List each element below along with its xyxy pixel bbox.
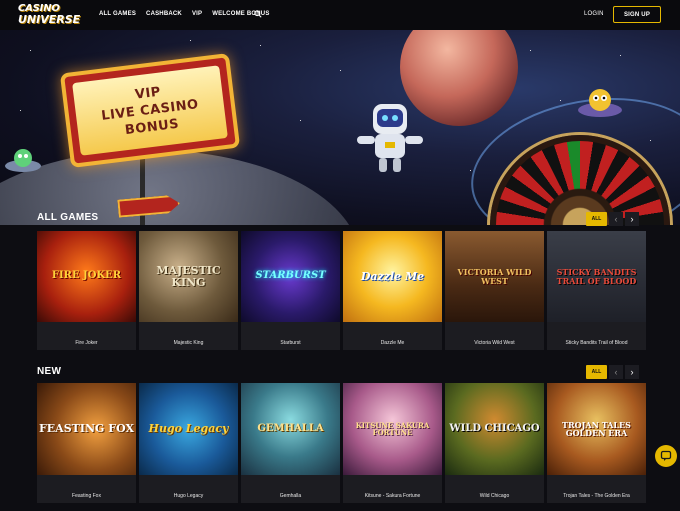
game-name: Hugo Legacy — [173, 493, 204, 499]
section-title-new: NEW — [37, 366, 62, 377]
game-art-title: STICKY BANDITS TRAIL OF BLOOD — [556, 267, 637, 286]
nav-vip[interactable]: VIP — [192, 11, 202, 17]
game-card[interactable]: VICTORIA WILD WEST Victoria Wild West — [445, 231, 544, 350]
game-art-title: MAJESTIC KING — [156, 263, 221, 289]
new-all-button[interactable]: ALL — [586, 365, 607, 379]
game-art-title: FEASTING FOX — [38, 422, 134, 436]
nav-cashback[interactable]: CASHBACK — [146, 11, 182, 17]
game-art-title: STARBURST — [255, 270, 326, 282]
chat-button[interactable] — [655, 445, 677, 467]
all-games-prev-arrow-icon[interactable]: ‹ — [609, 212, 623, 226]
game-name: Feasting Fox — [72, 493, 101, 499]
game-art-title: VICTORIA WILD WEST — [457, 267, 532, 286]
game-card[interactable]: MAJESTIC KING Majestic King — [139, 231, 238, 350]
game-name: Sticky Bandits Trail of Blood — [565, 340, 628, 346]
game-card[interactable]: GEMHALLA Gemhalla — [241, 383, 340, 503]
game-art-title: Hugo Legacy — [148, 422, 229, 436]
page: CASINO UNIVERSE ALL GAMES CASHBACK VIP W… — [0, 0, 680, 511]
game-card[interactable]: FEASTING FOX Feasting Fox — [37, 383, 136, 503]
game-card[interactable]: Hugo Legacy Hugo Legacy — [139, 383, 238, 503]
game-art-title: Dazzle Me — [360, 269, 425, 283]
game-name: Majestic King — [173, 340, 204, 346]
alien-ufo-icon — [5, 149, 41, 172]
nav-all-games[interactable]: ALL GAMES — [99, 11, 136, 17]
logo-line-2: UNIVERSE — [18, 13, 81, 26]
game-name: Trojan Tales - The Golden Era — [563, 493, 630, 499]
game-name: Victoria Wild West — [474, 340, 515, 346]
new-controls: ALL ‹ › — [586, 365, 639, 379]
game-card[interactable]: WILD CHICAGO Wild Chicago — [445, 383, 544, 503]
game-name: Starburst — [280, 340, 301, 346]
game-art-title: KITSUNE SAKURA FORTUNE — [355, 420, 430, 437]
all-games-row: FIRE JOKER Fire Joker MAJESTIC KING Maje… — [37, 231, 646, 350]
new-games-row: FEASTING FOX Feasting Fox Hugo Legacy Hu… — [37, 383, 646, 503]
sign-up-button[interactable]: SIGN UP — [613, 6, 661, 23]
game-art-title: FIRE JOKER — [51, 270, 122, 282]
game-card[interactable]: STICKY BANDITS TRAIL OF BLOOD Sticky Ban… — [547, 231, 646, 350]
game-card[interactable]: Dazzle Me Dazzle Me — [343, 231, 442, 350]
game-art-title: TROJAN TALES GOLDEN ERA — [562, 419, 631, 438]
game-name: Dazzle Me — [380, 340, 405, 346]
all-games-controls: ALL ‹ › — [586, 212, 639, 226]
main-nav: ALL GAMES CASHBACK VIP WELCOME BONUS — [99, 11, 280, 17]
hero-banner[interactable]: VIP LIVE CASINO BONUS — [0, 30, 680, 225]
game-name: Fire Joker — [75, 340, 98, 346]
new-prev-arrow-icon[interactable]: ‹ — [609, 365, 623, 379]
game-name: Kitsune - Sakura Fortune — [364, 493, 421, 499]
game-card[interactable]: KITSUNE SAKURA FORTUNE Kitsune - Sakura … — [343, 383, 442, 503]
game-card[interactable]: TROJAN TALES GOLDEN ERA Trojan Tales - T… — [547, 383, 646, 503]
all-games-all-button[interactable]: ALL — [586, 212, 607, 226]
game-name: Gemhalla — [279, 493, 302, 499]
new-next-arrow-icon[interactable]: › — [625, 365, 639, 379]
top-header: CASINO UNIVERSE ALL GAMES CASHBACK VIP W… — [0, 0, 680, 30]
game-name: Wild Chicago — [479, 493, 510, 499]
vip-bonus-sign: VIP LIVE CASINO BONUS — [59, 52, 241, 169]
game-art-title: WILD CHICAGO — [449, 422, 540, 434]
chat-bubble-icon — [660, 450, 672, 461]
game-art-title: GEMHALLA — [257, 422, 324, 434]
game-card[interactable]: FIRE JOKER Fire Joker — [37, 231, 136, 350]
astronaut-robot-icon — [357, 104, 423, 172]
all-games-next-arrow-icon[interactable]: › — [625, 212, 639, 226]
section-title-all-games: ALL GAMES — [37, 212, 99, 223]
casino-universe-logo[interactable]: CASINO UNIVERSE — [18, 4, 81, 28]
game-card[interactable]: STARBURST Starburst — [241, 231, 340, 350]
search-icon[interactable] — [254, 10, 262, 18]
login-link[interactable]: LOGIN — [584, 11, 604, 17]
alien-ufo-icon — [578, 89, 622, 117]
